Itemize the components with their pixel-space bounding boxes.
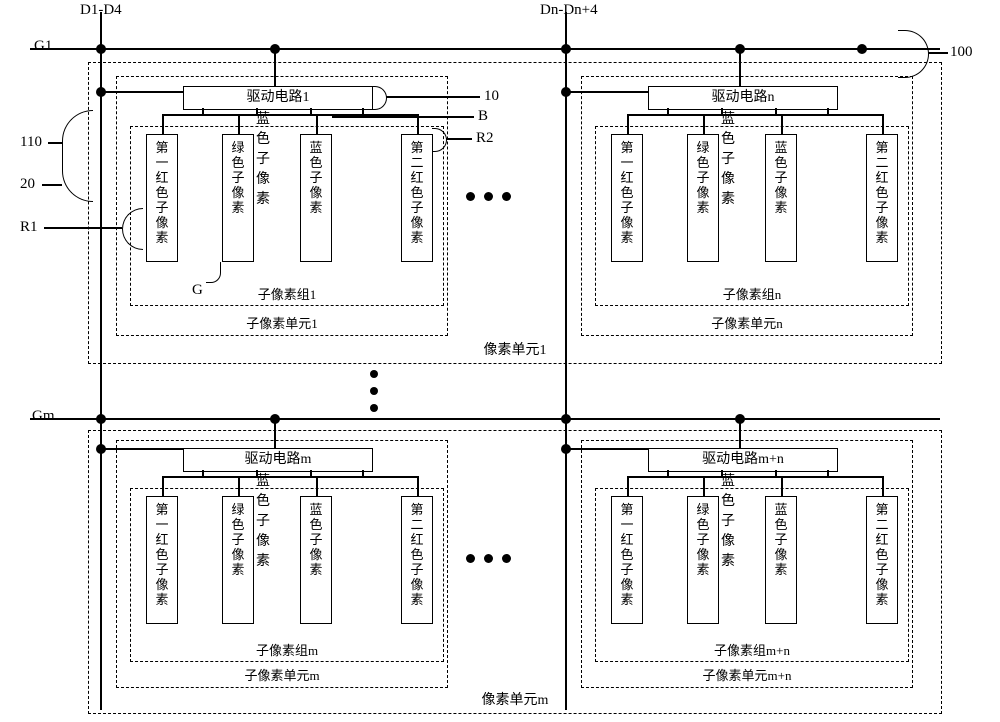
w-dm-bus [162, 476, 418, 478]
cell-mn-g: 绿色子像素 [687, 496, 719, 624]
pixel-unit-1-caption: 像素单元1 [484, 339, 547, 359]
subpixel-unit-mn-caption: 子像素单元m+n [703, 665, 792, 684]
dots-bottom-between [466, 554, 511, 563]
node-g1-dn [561, 44, 571, 54]
arc-left [62, 110, 93, 202]
node-gm-d1 [96, 414, 106, 424]
leader-10 [386, 96, 480, 98]
callout-G: G [192, 282, 203, 299]
wire-g1-drivern [739, 49, 741, 86]
callout-B: B [478, 108, 488, 125]
pixel-unit-m-caption: 像素单元m [482, 689, 549, 709]
cell-n-g: 绿色子像素 [687, 134, 719, 262]
driver-m: 驱动电路m [183, 448, 373, 472]
leader-100 [928, 52, 948, 54]
cell-n-r2: 第二红色子像素 [866, 134, 898, 262]
subpixel-group-mn-caption: 子像素组m+n [714, 640, 790, 659]
wire-dn-drivern [566, 91, 648, 93]
cell-mn-b: 蓝色子像素 [765, 496, 797, 624]
callout-R1: R1 [20, 219, 38, 236]
leader-B [332, 116, 474, 118]
subpixel-group-1-caption: 子像素组1 [258, 284, 317, 303]
callout-R2: R2 [476, 130, 494, 147]
callout-110: 110 [20, 134, 42, 151]
cell-n-b: 蓝色子像素 [765, 134, 797, 262]
subpixel-unit-m-caption: 子像素单元m [244, 665, 319, 684]
cell-n-r1: 第一红色子像素 [611, 134, 643, 262]
wire-d1-driver1 [101, 91, 183, 93]
dots-top-between [466, 192, 511, 201]
leader-20 [42, 184, 62, 186]
line-gm [30, 418, 940, 420]
subpixel-unit-n-caption: 子像素单元n [711, 313, 783, 332]
cell-1-g: 绿色子像素 [222, 134, 254, 262]
cell-m-r2: 第二红色子像素 [401, 496, 433, 624]
cell-1-b: 蓝色子像素 [300, 134, 332, 262]
label-dn: Dn-Dn+4 [540, 2, 598, 19]
cell-m-b: 蓝色子像素 [300, 496, 332, 624]
label-g1: G1 [34, 38, 52, 55]
driver-mn: 驱动电路m+n [648, 448, 838, 472]
cell-1-r1: 第一红色子像素 [146, 134, 178, 262]
subpixel-group-m-caption: 子像素组m [256, 640, 318, 659]
wire-g1-driver1 [274, 49, 276, 86]
callout-100: 100 [950, 44, 973, 61]
cell-mn-r1: 第一红色子像素 [611, 496, 643, 624]
wire-dn-drivermn [566, 448, 648, 450]
cell-mn-r2: 第二红色子像素 [866, 496, 898, 624]
node-gm-dn [561, 414, 571, 424]
cell-m-g: 绿色子像素 [222, 496, 254, 624]
node-g1-top [857, 44, 867, 54]
callout-20: 20 [20, 176, 35, 193]
callout-10: 10 [484, 88, 499, 105]
wire-d1-driverm [101, 448, 183, 450]
w-dmn-bus [627, 476, 883, 478]
driver-n: 驱动电路n [648, 86, 838, 110]
leader-110 [48, 142, 62, 144]
w-dn-bus [627, 114, 883, 116]
node-gm-drvm [270, 414, 280, 424]
node-g1-d1 [96, 44, 106, 54]
subpixel-unit-1-caption: 子像素单元1 [246, 313, 318, 332]
diagram-stage: D1-D4 Dn-Dn+4 G1 Gm 100 像素单元1 子像素单元1 驱动电… [0, 0, 1000, 722]
driver-1: 驱动电路1 [183, 86, 373, 110]
leader-R2 [446, 138, 472, 140]
subpixel-group-n-caption: 子像素组n [723, 284, 782, 303]
line-g1 [30, 48, 940, 50]
leader-R1 [44, 227, 122, 229]
node-gm-drvmn [735, 414, 745, 424]
label-gm: Gm [32, 408, 55, 425]
cell-m-r1: 第一红色子像素 [146, 496, 178, 624]
cell-1-r2: 第二红色子像素 [401, 134, 433, 262]
dots-mid-vertical [370, 370, 378, 412]
